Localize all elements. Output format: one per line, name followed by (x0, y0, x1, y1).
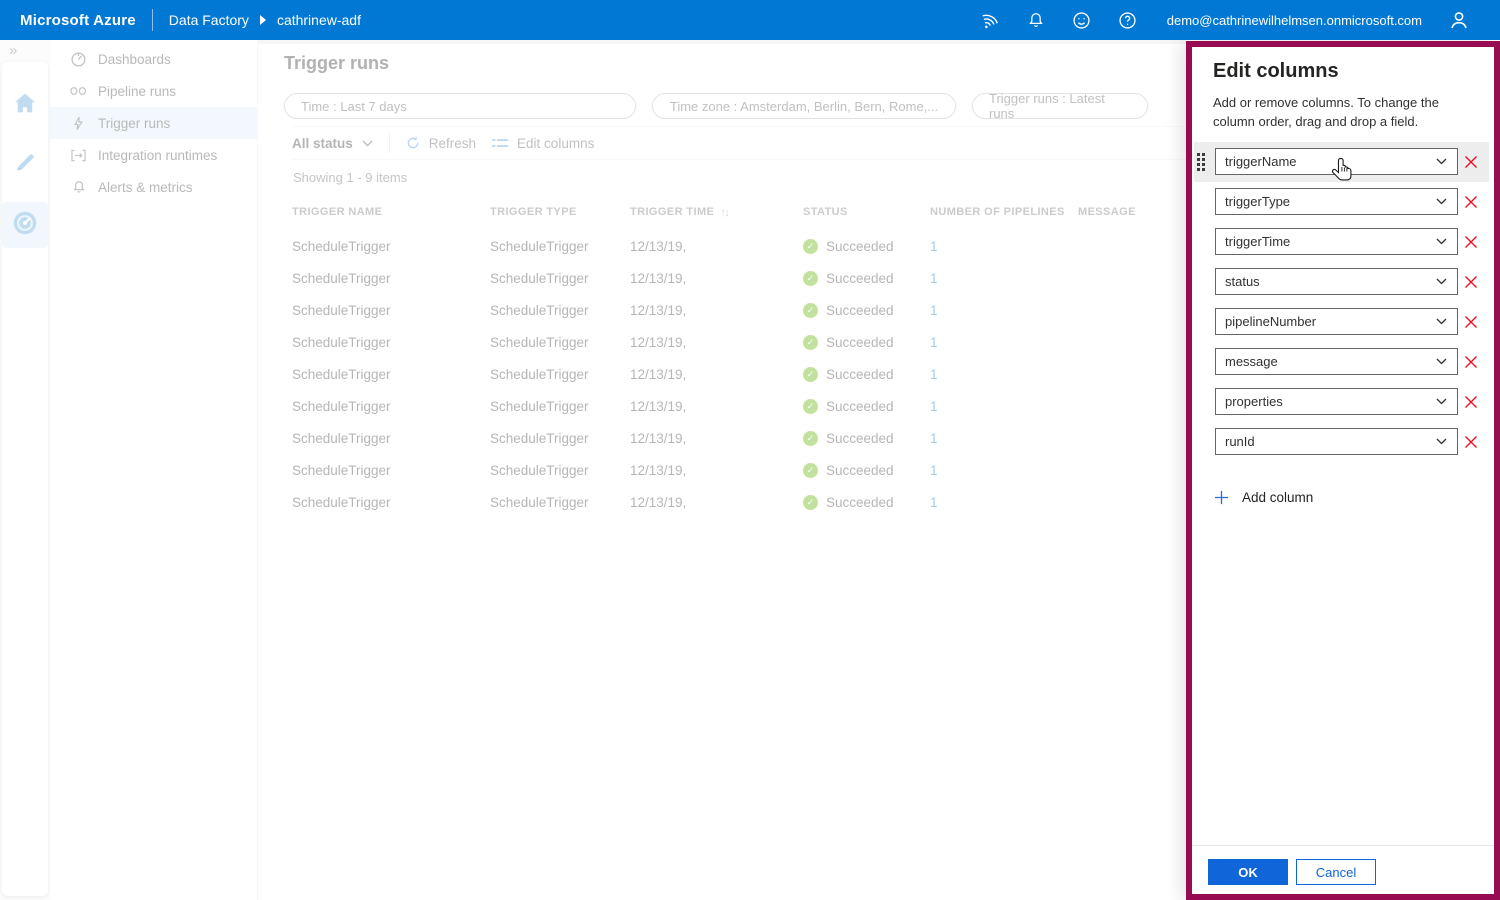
notifications-hub-icon[interactable] (967, 0, 1013, 40)
account-avatar-icon[interactable] (1436, 0, 1482, 40)
topbar: Microsoft Azure Data Factory cathrinew-a… (0, 0, 1500, 40)
column-select[interactable]: message (1215, 348, 1458, 376)
chevron-down-icon (1436, 358, 1447, 365)
column-select-value: triggerType (1225, 194, 1291, 210)
panel-spacer (1192, 505, 1494, 845)
column-select[interactable]: pipelineNumber (1215, 308, 1458, 336)
column-field-row: status (1194, 262, 1489, 302)
feedback-smiley-icon[interactable] (1059, 0, 1105, 40)
column-select-value: triggerTime (1225, 234, 1291, 250)
help-icon[interactable] (1105, 0, 1151, 40)
panel-header: Edit columns Add or remove columns. To c… (1192, 47, 1494, 132)
add-column-label: Add column (1242, 489, 1314, 505)
column-select-value: triggerName (1225, 154, 1297, 170)
column-select[interactable]: triggerName (1215, 148, 1458, 176)
chevron-down-icon (1436, 278, 1447, 285)
breadcrumb-resource[interactable]: cathrinew-adf (277, 12, 361, 28)
bell-icon[interactable] (1013, 0, 1059, 40)
remove-column-icon[interactable] (1458, 395, 1484, 409)
drag-handle-icon[interactable] (1197, 152, 1209, 171)
add-column-button[interactable]: Add column (1214, 490, 1494, 505)
column-field-row: triggerTime (1194, 222, 1489, 262)
column-field-row: runId (1194, 422, 1489, 462)
breadcrumb-data-factory[interactable]: Data Factory (169, 12, 249, 28)
topbar-divider (151, 9, 153, 31)
azure-portal: Microsoft Azure Data Factory cathrinew-a… (0, 0, 1500, 900)
remove-column-icon[interactable] (1458, 235, 1484, 249)
chevron-down-icon (1436, 238, 1447, 245)
remove-column-icon[interactable] (1458, 275, 1484, 289)
panel-footer: OK Cancel (1192, 845, 1494, 894)
column-field-row: triggerType (1194, 182, 1489, 222)
remove-column-icon[interactable] (1458, 195, 1484, 209)
plus-icon (1214, 490, 1229, 504)
column-select-value: pipelineNumber (1225, 314, 1317, 330)
panel-title: Edit columns (1213, 60, 1339, 82)
cancel-button[interactable]: Cancel (1296, 859, 1376, 885)
column-field-row: triggerName (1194, 141, 1489, 182)
chevron-down-icon (1436, 318, 1447, 325)
topbar-actions: demo@cathrinewilhelmsen.onmicrosoft.com (967, 0, 1500, 40)
column-select-value: properties (1225, 394, 1283, 410)
chevron-down-icon (1436, 198, 1447, 205)
column-select[interactable]: properties (1215, 388, 1458, 416)
remove-column-icon[interactable] (1458, 315, 1484, 329)
azure-logo[interactable]: Microsoft Azure (20, 12, 136, 29)
chevron-down-icon (1436, 158, 1447, 165)
column-select[interactable]: triggerTime (1215, 228, 1458, 256)
column-fields-list: triggerName triggerType triggerTime stat… (1192, 141, 1494, 462)
column-select-value: status (1225, 274, 1260, 290)
column-select[interactable]: triggerType (1215, 188, 1458, 216)
edit-columns-panel: Edit columns Add or remove columns. To c… (1186, 41, 1500, 900)
column-field-row: properties (1194, 382, 1489, 422)
chevron-down-icon (1436, 398, 1447, 405)
remove-column-icon[interactable] (1458, 155, 1484, 169)
remove-column-icon[interactable] (1458, 435, 1484, 449)
chevron-right-icon (259, 15, 267, 25)
column-select-value: message (1225, 354, 1278, 370)
breadcrumb: Microsoft Azure Data Factory cathrinew-a… (0, 9, 361, 31)
column-select[interactable]: runId (1215, 428, 1458, 456)
chevron-down-icon (1436, 438, 1447, 445)
ok-button[interactable]: OK (1208, 859, 1288, 885)
account-email[interactable]: demo@cathrinewilhelmsen.onmicrosoft.com (1167, 13, 1422, 28)
column-field-row: message (1194, 342, 1489, 382)
remove-column-icon[interactable] (1458, 355, 1484, 369)
column-select[interactable]: status (1215, 268, 1458, 296)
modal-overlay (0, 40, 1186, 900)
column-select-value: runId (1225, 434, 1255, 450)
panel-description: Add or remove columns. To change the col… (1213, 95, 1439, 129)
column-field-row: pipelineNumber (1194, 302, 1489, 342)
